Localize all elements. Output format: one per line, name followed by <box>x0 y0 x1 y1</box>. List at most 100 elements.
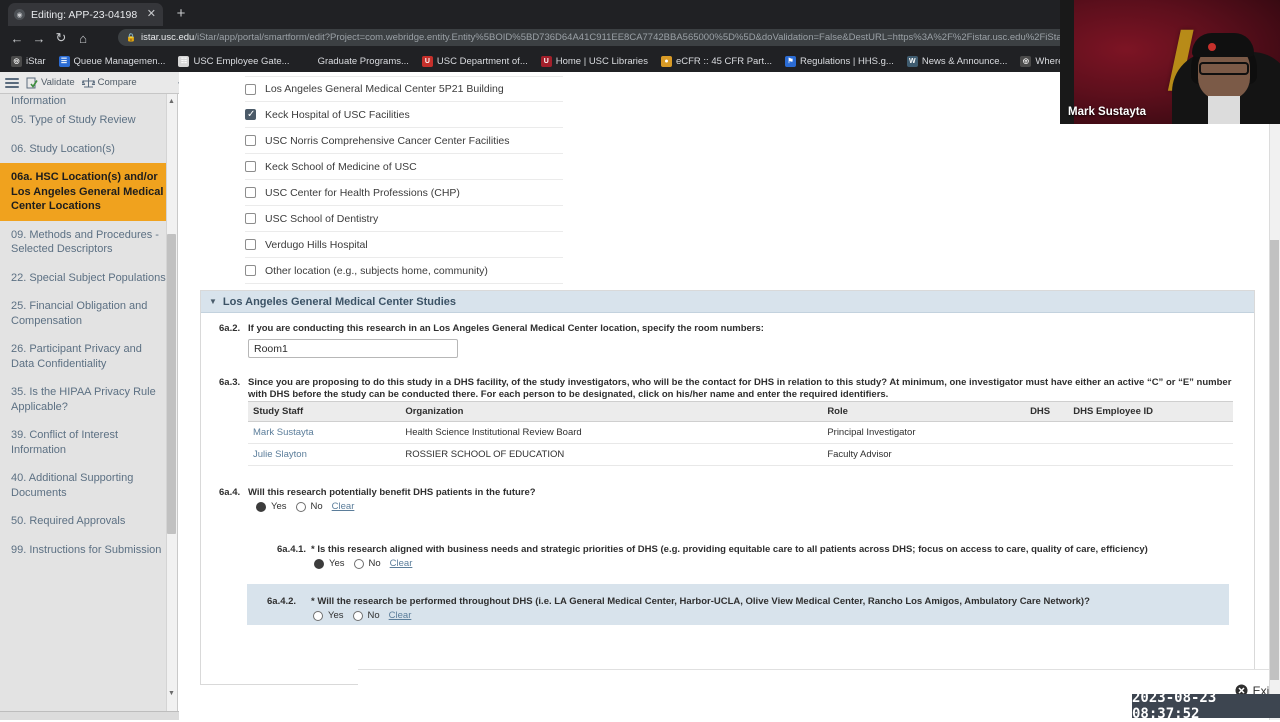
forward-icon[interactable]: → <box>28 27 50 49</box>
sidebar-scrollbar-thumb[interactable] <box>167 234 176 534</box>
sidebar-scroll-down-icon[interactable]: ▼ <box>167 688 176 699</box>
sidebar-item-4[interactable]: 22. Special Subject Populations <box>0 264 177 293</box>
bookmark-item[interactable]: Graduate Programs... <box>298 52 414 70</box>
sidebar-item-clipped[interactable]: Information <box>0 94 177 106</box>
radio-no-label-6a41: No <box>368 558 381 569</box>
validate-label: Validate <box>41 77 75 88</box>
checkbox-0[interactable] <box>245 83 256 95</box>
bookmark-label: Graduate Programs... <box>317 55 409 67</box>
radio-no-6a42[interactable] <box>352 610 363 621</box>
table-cell: Faculty Advisor <box>822 443 1026 466</box>
sidebar-item-7[interactable]: 35. Is the HIPAA Privacy Rule Applicable… <box>0 378 177 421</box>
section-title: Los Angeles General Medical Center Studi… <box>222 295 457 308</box>
url-host: istar.usc.edu <box>140 32 195 43</box>
checkbox-label: USC Norris Comprehensive Cancer Center F… <box>265 134 510 147</box>
section-header[interactable]: ▼ Los Angeles General Medical Center Stu… <box>201 291 1254 313</box>
bookmark-item[interactable]: W News & Announce... <box>902 52 1013 70</box>
bookmark-item[interactable]: ⚑ Regulations | HHS.g... <box>780 52 899 70</box>
browser-tab[interactable]: ◉ Editing: APP-23-04198 ✕ <box>8 3 163 26</box>
webcam-person-glasses <box>1199 62 1249 75</box>
location-checkbox-row[interactable]: USC School of Dentistry <box>245 206 563 232</box>
compare-button[interactable]: Compare <box>81 77 137 89</box>
sidebar-item-3[interactable]: 09. Methods and Procedures - Selected De… <box>0 221 177 264</box>
reload-icon[interactable]: ↻ <box>50 27 72 49</box>
checkbox-5[interactable] <box>245 213 256 224</box>
sidebar-item-5[interactable]: 25. Financial Obligation and Compensatio… <box>0 292 177 335</box>
table-row: Mark Sustayta Health Science Institutiona… <box>248 421 1233 444</box>
bookmark-label: USC Employee Gate... <box>193 55 290 67</box>
radio-no-6a4[interactable] <box>295 501 306 512</box>
radio-yes-6a41[interactable] <box>314 558 324 569</box>
sidebar-item-2[interactable]: 06a. HSC Location(s) and/or Los Angeles … <box>0 163 177 221</box>
clear-link-6a42[interactable]: Clear <box>389 610 412 621</box>
clear-link-6a4[interactable]: Clear <box>332 501 355 512</box>
location-checkbox-row[interactable]: Los Angeles General Medical Center 5P21 … <box>245 76 563 102</box>
tab-close-icon[interactable]: ✕ <box>147 9 157 20</box>
bookmark-item[interactable]: U USC Department of... <box>417 52 533 70</box>
question-6a42-radio-group: Yes No Clear <box>313 610 411 621</box>
clear-link-6a41[interactable]: Clear <box>390 558 413 569</box>
radio-yes-label-6a42: Yes <box>328 610 344 621</box>
hamburger-icon[interactable] <box>5 77 19 88</box>
webcam-cap-logo-icon <box>1208 43 1216 51</box>
sidebar-item-0[interactable]: 05. Type of Study Review <box>0 106 177 135</box>
radio-yes-6a4[interactable] <box>256 501 266 512</box>
table-column-header: DHS <box>1025 401 1069 422</box>
location-checkbox-row[interactable]: Keck Hospital of USC Facilities <box>245 102 563 128</box>
question-6a3-number: 6a.3. <box>219 377 241 388</box>
sidebar-item-11[interactable]: 99. Instructions for Submission <box>0 536 177 565</box>
question-6a41-body: Is this research aligned with business n… <box>317 544 1148 555</box>
location-checkbox-row[interactable]: Other location (e.g., subjects home, com… <box>245 258 563 284</box>
bookmark-item[interactable]: ◎ iStar <box>6 52 51 70</box>
location-checkbox-row[interactable]: USC Center for Health Professions (CHP) <box>245 180 563 206</box>
bookmark-label: Regulations | HHS.g... <box>800 55 894 67</box>
checkbox-7[interactable] <box>245 265 256 276</box>
sidebar-item-9[interactable]: 40. Additional Supporting Documents <box>0 464 177 507</box>
sidebar-scrollbar[interactable]: ▲ ▼ <box>166 94 177 711</box>
new-tab-button[interactable]: + <box>172 5 190 23</box>
table-cell <box>1068 421 1233 444</box>
compare-label: Compare <box>97 77 137 88</box>
checkbox-6[interactable] <box>245 239 256 250</box>
sidebar-item-1[interactable]: 06. Study Location(s) <box>0 135 177 164</box>
staff-name-link[interactable]: Julie Slayton <box>253 449 307 460</box>
sidebar-scroll-up-icon[interactable]: ▲ <box>167 96 176 107</box>
tab-favicon-globe-icon: ◉ <box>14 9 25 20</box>
bookmark-item[interactable]: ● eCFR :: 45 CFR Part... <box>656 52 777 70</box>
checkbox-label: Los Angeles General Medical Center 5P21 … <box>265 83 504 95</box>
radio-no-6a41[interactable] <box>353 558 364 569</box>
home-icon[interactable]: ⌂ <box>72 27 94 49</box>
study-staff-table: Study Staff Organization Role DHS DHS Employ… <box>248 401 1233 466</box>
table-cell: Julie Slayton <box>248 443 401 466</box>
page-scrollbar[interactable]: ▼ <box>1269 72 1280 720</box>
room-numbers-input[interactable] <box>248 339 458 358</box>
url-path: /iStar/app/portal/smartform/edit?Project… <box>194 32 1076 43</box>
staff-name-link[interactable]: Mark Sustayta <box>253 427 314 438</box>
validate-button[interactable]: Validate <box>26 77 75 89</box>
checkbox-label: Verdugo Hills Hospital <box>265 238 368 251</box>
checkbox-3[interactable] <box>245 161 256 172</box>
location-checkbox-row[interactable]: Verdugo Hills Hospital <box>245 232 563 258</box>
bookmark-item[interactable]: U Home | USC Libraries <box>536 52 653 70</box>
table-cell: Health Science Institutional Review Boar… <box>400 421 823 444</box>
table-cell: Mark Sustayta <box>248 421 401 444</box>
wordpress-icon: W <box>906 55 918 67</box>
sidebar-item-10[interactable]: 50. Required Approvals <box>0 507 177 536</box>
checkbox-2[interactable] <box>245 135 256 146</box>
address-bar[interactable]: 🔒 istar.usc.edu/iStar/app/portal/smartfo… <box>118 29 1084 46</box>
location-checkbox-row[interactable]: USC Norris Comprehensive Cancer Center F… <box>245 128 563 154</box>
bookmark-item[interactable]: ☰ Queue Managemen... <box>54 52 171 70</box>
sidebar-item-8[interactable]: 39. Conflict of Interest Information <box>0 421 177 464</box>
sidebar-item-6[interactable]: 26. Participant Privacy and Data Confide… <box>0 335 177 378</box>
sidebar-bottom-bar <box>0 711 190 720</box>
radio-yes-6a42[interactable] <box>313 610 323 621</box>
page-scrollbar-thumb[interactable] <box>1270 240 1279 680</box>
table-column-header: DHS Employee ID <box>1068 401 1233 422</box>
caret-down-icon[interactable]: ▼ <box>209 297 217 306</box>
checkbox-4[interactable] <box>245 187 256 198</box>
checkbox-1[interactable] <box>245 108 256 121</box>
bookmark-label: iStar <box>26 55 46 67</box>
location-checkbox-row[interactable]: Keck School of Medicine of USC <box>245 154 563 180</box>
back-icon[interactable]: ← <box>6 27 28 49</box>
bookmark-item[interactable]: ☷ USC Employee Gate... <box>173 52 294 70</box>
